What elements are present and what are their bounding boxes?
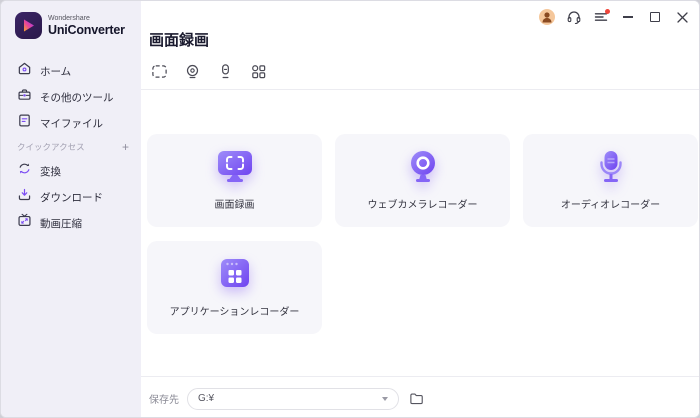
file-icon: [17, 113, 32, 133]
avatar: [539, 9, 555, 25]
convert-icon: [17, 161, 32, 181]
sidebar-item-convert[interactable]: 変換: [1, 160, 141, 182]
card-label: アプリケーションレコーダー: [169, 307, 300, 318]
header-divider: [141, 89, 699, 90]
sidebar-item-label: マイファイル: [40, 117, 103, 130]
card-webcam-recorder[interactable]: ウェブカメラレコーダー: [335, 134, 510, 227]
sidebar-item-label: 動画圧縮: [40, 217, 82, 230]
page-title: 画面録画: [149, 32, 210, 49]
card-label: 画面録画: [214, 200, 255, 211]
webcam-icon[interactable]: [182, 61, 202, 81]
notification-dot: [605, 9, 610, 14]
screen-recorder-icon: [215, 150, 255, 189]
minimize-button[interactable]: [619, 8, 637, 26]
quick-access-add-button[interactable]: +: [122, 141, 129, 153]
sidebar-item-video-compress[interactable]: 動画圧縮: [1, 212, 141, 234]
download-icon: [17, 187, 32, 207]
card-audio-recorder[interactable]: オーディオレコーダー: [523, 134, 698, 227]
card-screen-recorder[interactable]: 画面録画: [147, 134, 322, 227]
account-avatar[interactable]: [538, 8, 556, 26]
app-logo: Wondershare UniConverter: [15, 12, 125, 39]
card-label: ウェブカメラレコーダー: [367, 200, 478, 211]
quick-access-header: クイックアクセス +: [17, 141, 129, 153]
screen-region-icon[interactable]: [149, 61, 169, 81]
sidebar-item-other-tools[interactable]: その他のツール: [1, 86, 141, 108]
chevron-down-icon: [382, 396, 388, 401]
support-headset-icon[interactable]: [565, 8, 583, 26]
sidebar-item-label: 変換: [40, 165, 61, 178]
footer-bar: 保存先 G:¥: [141, 376, 699, 417]
brand-text: Wondershare UniConverter: [48, 15, 125, 37]
minimize-icon: [623, 16, 633, 18]
folder-icon: [410, 393, 423, 405]
toolbox-icon: [17, 87, 32, 107]
application-recorder-icon: [215, 257, 255, 296]
webcam-recorder-icon: [403, 150, 443, 189]
sidebar-item-label: ホーム: [40, 65, 72, 78]
compress-icon: [17, 213, 32, 233]
uniconverter-logo-icon: [15, 12, 42, 39]
save-path-value: G:¥: [198, 393, 215, 404]
close-icon: [676, 11, 688, 23]
main-area: 画面録画 画面録画 ウェブカメラレコーダー オーディオレコーダー アプリケーショ…: [141, 1, 699, 417]
maximize-button[interactable]: [646, 8, 664, 26]
recorder-mode-bar: [149, 61, 268, 81]
uniconverter-window: Wondershare UniConverter ホーム その他のツール マイフ…: [0, 0, 700, 418]
mic-icon[interactable]: [215, 61, 235, 81]
brand-line1: Wondershare: [48, 14, 90, 22]
sidebar-item-download[interactable]: ダウンロード: [1, 186, 141, 208]
titlebar-controls: [538, 8, 691, 26]
close-button[interactable]: [673, 8, 691, 26]
sidebar-item-home[interactable]: ホーム: [1, 60, 141, 82]
home-icon: [17, 61, 32, 81]
sidebar-item-label: ダウンロード: [40, 191, 103, 204]
card-application-recorder[interactable]: アプリケーションレコーダー: [147, 241, 322, 334]
quick-access-label: クイックアクセス: [17, 142, 85, 152]
sidebar: Wondershare UniConverter ホーム その他のツール マイフ…: [1, 1, 141, 417]
audio-recorder-icon: [591, 150, 631, 189]
save-destination-label: 保存先: [149, 395, 179, 406]
recorder-cards: 画面録画 ウェブカメラレコーダー オーディオレコーダー アプリケーションレコーダ…: [147, 134, 698, 334]
save-path-select[interactable]: G:¥: [187, 387, 399, 410]
sidebar-item-my-files[interactable]: マイファイル: [1, 112, 141, 134]
apps-grid-icon[interactable]: [248, 61, 268, 81]
maximize-icon: [650, 12, 660, 22]
sidebar-item-label: その他のツール: [40, 91, 114, 104]
brand-line2: UniConverter: [48, 22, 125, 37]
browse-folder-button[interactable]: [409, 391, 424, 406]
menu-icon[interactable]: [592, 8, 610, 26]
card-label: オーディオレコーダー: [560, 200, 661, 211]
